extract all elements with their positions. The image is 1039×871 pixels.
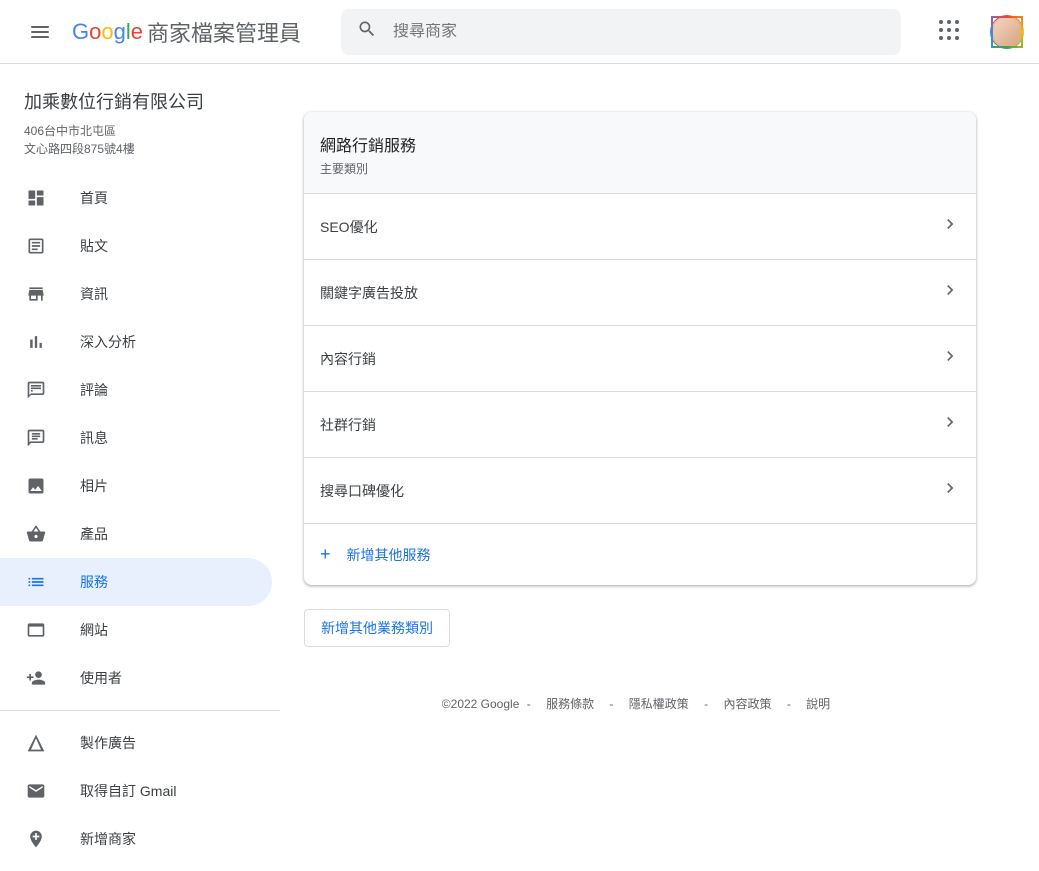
chevron-right-icon xyxy=(940,412,960,437)
message-icon xyxy=(24,426,48,450)
nav-label: 深入分析 xyxy=(80,332,136,352)
service-item[interactable]: 關鍵字廣告投放 xyxy=(304,260,976,326)
menu-button[interactable] xyxy=(16,8,64,56)
plus-icon: + xyxy=(320,544,331,565)
search-icon xyxy=(357,19,377,44)
nav-label: 貼文 xyxy=(80,236,108,256)
review-icon xyxy=(24,378,48,402)
gmail-icon xyxy=(24,779,48,803)
logo[interactable]: Google 商家檔案管理員 xyxy=(72,16,301,48)
nav-label: 製作廣告 xyxy=(80,733,136,753)
list-icon xyxy=(24,570,48,594)
nav-item-services[interactable]: 服務 xyxy=(0,558,272,606)
basket-icon xyxy=(24,522,48,546)
nav-item-posts[interactable]: 貼文 xyxy=(0,222,272,270)
services-card: 網路行銷服務 主要類別 SEO優化 關鍵字廣告投放 內容行銷 社群行銷 搜尋口碑… xyxy=(304,112,976,585)
search-box[interactable] xyxy=(341,9,901,55)
service-label: 社群行銷 xyxy=(320,415,376,435)
business-address-line1: 406台中市北屯區 xyxy=(24,122,256,140)
nav-item-messages[interactable]: 訊息 xyxy=(0,414,272,462)
sidebar: 加乘數位行銷有限公司 406台中市北屯區 文心路四段875號4樓 首頁 貼文 資… xyxy=(0,64,280,871)
header: Google 商家檔案管理員 xyxy=(0,0,1039,64)
service-item[interactable]: SEO優化 xyxy=(304,194,976,260)
nav-label: 使用者 xyxy=(80,668,122,688)
search-input[interactable] xyxy=(393,23,885,41)
google-logo: Google xyxy=(72,19,143,45)
apps-menu-button[interactable] xyxy=(927,8,975,56)
ads-icon xyxy=(24,731,48,755)
nav-item-gmail[interactable]: 取得自訂 Gmail xyxy=(0,767,272,815)
header-right xyxy=(927,8,1023,56)
product-name: 商家檔案管理員 xyxy=(147,16,301,48)
analytics-icon xyxy=(24,330,48,354)
nav-item-home[interactable]: 首頁 xyxy=(0,174,272,222)
nav-label: 網站 xyxy=(80,620,108,640)
chevron-right-icon xyxy=(940,280,960,305)
add-category-button[interactable]: 新增其他業務類別 xyxy=(304,609,450,647)
card-title: 網路行銷服務 xyxy=(320,132,960,156)
nav-label: 評論 xyxy=(80,380,108,400)
add-location-icon xyxy=(24,827,48,851)
store-icon xyxy=(24,282,48,306)
business-address-line2: 文心路四段875號4樓 xyxy=(24,140,256,158)
nav-list: 首頁 貼文 資訊 深入分析 評論 訊息 xyxy=(0,174,280,702)
add-service-label: 新增其他服務 xyxy=(347,545,431,565)
nav-label: 相片 xyxy=(80,476,108,496)
service-item[interactable]: 搜尋口碑優化 xyxy=(304,458,976,524)
main-content: 網路行銷服務 主要類別 SEO優化 關鍵字廣告投放 內容行銷 社群行銷 搜尋口碑… xyxy=(280,64,1039,871)
service-item[interactable]: 內容行銷 xyxy=(304,326,976,392)
dashboard-icon xyxy=(24,186,48,210)
nav-item-products[interactable]: 產品 xyxy=(0,510,272,558)
post-icon xyxy=(24,234,48,258)
chevron-right-icon xyxy=(940,346,960,371)
photo-icon xyxy=(24,474,48,498)
person-add-icon xyxy=(24,666,48,690)
hamburger-icon xyxy=(31,26,49,38)
business-header: 加乘數位行銷有限公司 406台中市北屯區 文心路四段875號4樓 xyxy=(0,80,280,174)
nav-list-secondary: 製作廣告 取得自訂 Gmail 新增商家 xyxy=(0,719,280,863)
nav-label: 取得自訂 Gmail xyxy=(80,781,176,801)
nav-item-reviews[interactable]: 評論 xyxy=(0,366,272,414)
service-label: 搜尋口碑優化 xyxy=(320,481,404,501)
add-service-button[interactable]: + 新增其他服務 xyxy=(304,524,976,585)
service-label: 內容行銷 xyxy=(320,349,376,369)
footer: ©2022 Google - 服務條款 - 隱私權政策 - 內容政策 - 說明 xyxy=(304,647,976,728)
nav-item-info[interactable]: 資訊 xyxy=(0,270,272,318)
footer-link-terms[interactable]: 服務條款 xyxy=(546,697,594,711)
chevron-right-icon xyxy=(940,478,960,503)
card-header: 網路行銷服務 主要類別 xyxy=(304,112,976,194)
nav-divider xyxy=(0,710,280,711)
nav-label: 產品 xyxy=(80,524,108,544)
service-label: 關鍵字廣告投放 xyxy=(320,283,418,303)
nav-label: 新增商家 xyxy=(80,829,136,849)
nav-item-website[interactable]: 網站 xyxy=(0,606,272,654)
nav-label: 資訊 xyxy=(80,284,108,304)
nav-item-ads[interactable]: 製作廣告 xyxy=(0,719,272,767)
business-name: 加乘數位行銷有限公司 xyxy=(24,88,256,114)
web-icon xyxy=(24,618,48,642)
nav-item-photos[interactable]: 相片 xyxy=(0,462,272,510)
user-avatar[interactable] xyxy=(991,16,1023,48)
chevron-right-icon xyxy=(940,214,960,239)
footer-link-privacy[interactable]: 隱私權政策 xyxy=(629,697,689,711)
nav-item-insights[interactable]: 深入分析 xyxy=(0,318,272,366)
nav-label: 訊息 xyxy=(80,428,108,448)
copyright: ©2022 Google xyxy=(442,697,520,711)
service-item[interactable]: 社群行銷 xyxy=(304,392,976,458)
card-subtitle: 主要類別 xyxy=(320,160,960,177)
nav-item-add-business[interactable]: 新增商家 xyxy=(0,815,272,863)
service-label: SEO優化 xyxy=(320,217,378,237)
footer-link-content[interactable]: 內容政策 xyxy=(723,697,771,711)
nav-label: 首頁 xyxy=(80,188,108,208)
nav-label: 服務 xyxy=(80,572,108,592)
footer-link-help[interactable]: 說明 xyxy=(806,697,830,711)
nav-item-users[interactable]: 使用者 xyxy=(0,654,272,702)
